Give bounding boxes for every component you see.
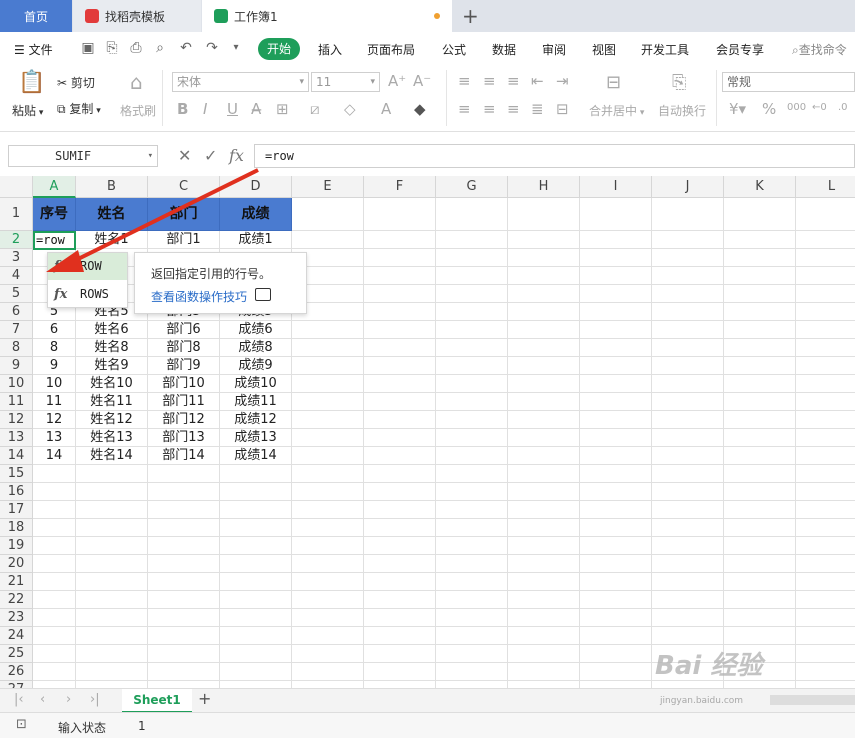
annotation-arrow — [46, 168, 259, 272]
status-bar: ⊡ 输入状态 1 — [0, 712, 855, 738]
last-sheet-icon[interactable]: ›| — [90, 692, 100, 707]
add-sheet-icon[interactable]: + — [198, 689, 211, 708]
next-sheet-icon[interactable]: › — [66, 692, 71, 707]
first-sheet-icon[interactable]: |‹ — [14, 692, 24, 707]
baidu-watermark-url: jingyan.baidu.com — [660, 696, 744, 706]
count-value: 1 — [138, 719, 146, 733]
baidu-watermark-logo: Bai 经验 — [655, 651, 763, 681]
macro-icon[interactable]: ⊡ — [16, 717, 27, 732]
sheet-tab-sheet1[interactable]: Sheet1 — [122, 689, 192, 713]
horizontal-scrollbar[interactable] — [770, 695, 855, 705]
input-mode-label: 输入状态 — [58, 721, 107, 735]
prev-sheet-icon[interactable]: ‹ — [40, 692, 45, 707]
